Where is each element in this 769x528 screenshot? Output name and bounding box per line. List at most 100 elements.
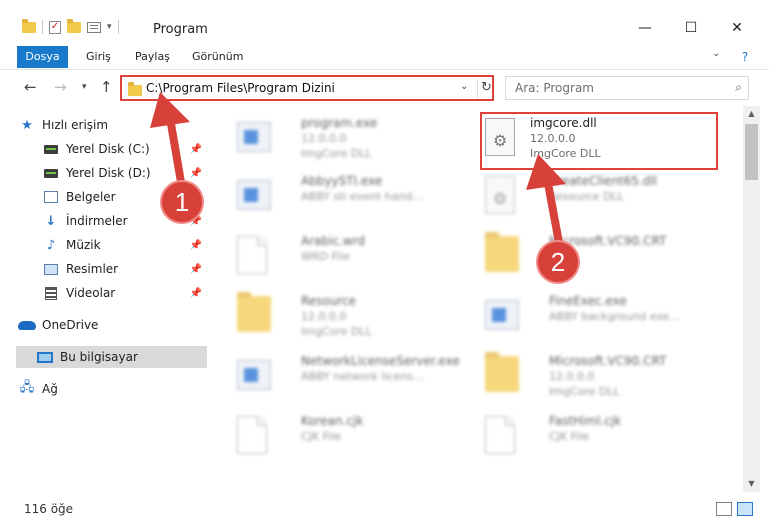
- exe-icon: [237, 118, 273, 158]
- step-badge-1: 1: [162, 182, 202, 222]
- sidebar-item-this-pc[interactable]: Bu bilgisayar: [16, 346, 207, 368]
- new-folder-icon[interactable]: [67, 18, 81, 33]
- list-item[interactable]: Resource 12.0.0.0 ImgCore DLL: [231, 290, 471, 342]
- sidebar-item-pictures[interactable]: Resimler 📌: [42, 258, 208, 280]
- help-icon[interactable]: ?: [735, 47, 755, 67]
- vertical-scrollbar[interactable]: ▲ ▼: [743, 106, 760, 492]
- file-icon: [485, 416, 521, 456]
- address-path[interactable]: C:\Program Files\Program Dizini: [146, 81, 335, 95]
- item-count: 116 öğe: [24, 502, 74, 516]
- sidebar-item-label: Videolar: [66, 286, 116, 300]
- scroll-down-icon[interactable]: ▼: [743, 476, 760, 492]
- scroll-thumb[interactable]: [745, 124, 758, 180]
- sidebar-item-label: Belgeler: [66, 190, 116, 204]
- customize-toolbar-chevron-icon[interactable]: ▾: [107, 22, 112, 32]
- file-detail: CJK File: [549, 430, 590, 443]
- search-icon[interactable]: ⌕: [735, 80, 742, 95]
- file-detail: ABBY sti event hand...: [301, 190, 423, 203]
- address-history-chevron-icon[interactable]: ⌄: [460, 81, 468, 92]
- sidebar-item-videos[interactable]: Videolar 📌: [42, 282, 208, 304]
- exe-icon: [485, 296, 521, 336]
- sidebar-item-label: Hızlı erişim: [42, 118, 109, 132]
- close-button[interactable]: ✕: [722, 20, 752, 38]
- highlight-box: [480, 112, 718, 170]
- list-item[interactable]: AbbyySTI.exe ABBY sti event hand...: [231, 170, 471, 222]
- search-placeholder[interactable]: Ara: Program: [515, 81, 594, 95]
- up-arrow-icon[interactable]: ↑: [100, 78, 113, 96]
- file-name: Arabic.wrd: [301, 234, 366, 248]
- pin-icon: 📌: [189, 263, 202, 275]
- search-box[interactable]: Ara: Program ⌕: [505, 76, 749, 100]
- recent-locations-chevron-icon[interactable]: ▾: [82, 82, 87, 92]
- star-icon: ★: [21, 117, 33, 133]
- music-icon: ♪: [46, 237, 56, 253]
- address-bar[interactable]: C:\Program Files\Program Dizini ⌄ ↻: [120, 75, 494, 101]
- sidebar-item-label: Bu bilgisayar: [60, 350, 138, 364]
- sidebar-item-quick-access[interactable]: ★ Hızlı erişim: [18, 114, 208, 136]
- details-view-icon[interactable]: [716, 502, 732, 516]
- drive-icon: [42, 144, 60, 154]
- maximize-button[interactable]: ☐: [676, 20, 706, 38]
- large-icons-view-icon[interactable]: [737, 502, 753, 516]
- folder-icon: [485, 232, 521, 276]
- list-item[interactable]: FastHiml.cjk CJK File: [479, 410, 719, 462]
- back-arrow-icon[interactable]: ←: [24, 78, 37, 96]
- file-icon: [237, 236, 273, 276]
- sidebar-item-disk-c[interactable]: Yerel Disk (C:) 📌: [42, 138, 208, 160]
- file-name: AbbyySTI.exe: [301, 174, 383, 188]
- file-detail: 12.0.0.0: [549, 370, 595, 383]
- pictures-icon: [42, 263, 60, 275]
- tab-home[interactable]: Giriş: [86, 47, 111, 67]
- list-item[interactable]: Korean.cjk CJK File: [231, 410, 471, 462]
- title-bar: ✓ ▾ Program — ☐ ✕: [0, 0, 769, 44]
- minimize-button[interactable]: —: [630, 20, 660, 38]
- file-name: Korean.cjk: [301, 414, 364, 428]
- folder-icon: [128, 82, 142, 96]
- file-detail: 12.0.0.0: [301, 132, 347, 145]
- list-item[interactable]: FineExec.exe ABBY background exe...: [479, 290, 719, 342]
- quick-access-toolbar: ✓ ▾: [22, 18, 119, 34]
- properties-check-icon[interactable]: ✓: [49, 20, 61, 34]
- exe-icon: [237, 356, 273, 396]
- list-item[interactable]: ⚙ CreateClient65.dll Resource DLL: [479, 170, 719, 222]
- list-item[interactable]: Arabic.wrd WRD File: [231, 230, 471, 282]
- file-detail: CJK File: [301, 430, 342, 443]
- sidebar-item-network[interactable]: 🖧 Ağ: [18, 378, 208, 400]
- sidebar-item-music[interactable]: ♪ Müzik 📌: [42, 234, 208, 256]
- network-icon: 🖧: [19, 380, 35, 395]
- sidebar-item-disk-d[interactable]: Yerel Disk (D:) 📌: [42, 162, 208, 184]
- pin-icon: 📌: [189, 287, 202, 299]
- properties-icon[interactable]: [87, 21, 101, 33]
- ribbon-expand-chevron-icon[interactable]: ⌄: [712, 48, 720, 59]
- list-item[interactable]: NetworkLicenseServer.exe ABBY network li…: [231, 350, 471, 402]
- folder-icon: [237, 292, 273, 336]
- list-item[interactable]: Microsoft.VC90.CRT: [479, 230, 719, 282]
- tab-share[interactable]: Paylaş: [135, 47, 170, 67]
- file-detail: 12.0.0.0: [301, 310, 347, 323]
- sidebar-item-label: Müzik: [66, 238, 101, 252]
- download-icon: ↓: [45, 213, 57, 229]
- toolbar-separator: [117, 20, 119, 34]
- navigation-pane: ★ Hızlı erişim Yerel Disk (C:) 📌 Yerel D…: [0, 106, 210, 492]
- scroll-up-icon[interactable]: ▲: [743, 106, 760, 122]
- list-item[interactable]: program.exe 12.0.0.0 ImgCore DLL: [231, 112, 471, 164]
- refresh-icon[interactable]: ↻: [477, 80, 492, 98]
- file-detail: ImgCore DLL: [549, 385, 620, 398]
- sidebar-item-onedrive[interactable]: OneDrive: [18, 314, 208, 336]
- step-badge-2: 2: [538, 242, 578, 282]
- forward-arrow-icon[interactable]: →: [54, 78, 67, 96]
- cloud-icon: [18, 320, 36, 330]
- sidebar-item-label: İndirmeler: [66, 214, 128, 228]
- folder-icon: [485, 352, 521, 396]
- tab-view[interactable]: Görünüm: [192, 47, 243, 67]
- ribbon-tabs: Dosya Giriş Paylaş Görünüm ⌄ ?: [0, 44, 769, 70]
- sidebar-item-label: Yerel Disk (D:): [66, 166, 151, 180]
- file-name: NetworkLicenseServer.exe: [301, 354, 460, 368]
- tab-file[interactable]: Dosya: [17, 46, 68, 68]
- file-name: Resource: [301, 294, 357, 308]
- file-detail: Resource DLL: [549, 190, 624, 203]
- dll-gear-icon: ⚙: [485, 176, 521, 216]
- documents-icon: [42, 191, 60, 203]
- list-item[interactable]: Microsoft.VC90.CRT 12.0.0.0 ImgCore DLL: [479, 350, 719, 402]
- file-name: program.exe: [301, 116, 378, 130]
